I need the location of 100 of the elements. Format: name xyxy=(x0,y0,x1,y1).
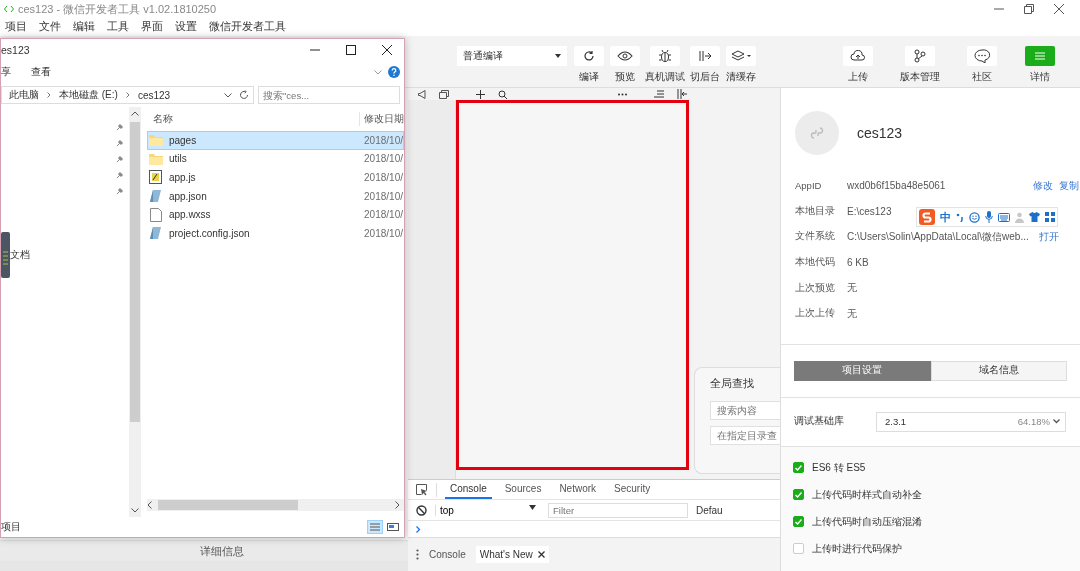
more-icon[interactable] xyxy=(618,92,627,96)
search-field[interactable]: 搜索内容 xyxy=(710,401,780,420)
clear-icon[interactable] xyxy=(416,504,427,516)
menu-icon xyxy=(1035,52,1045,60)
info-label: 上次上传 xyxy=(795,307,836,321)
kebab-icon[interactable] xyxy=(416,549,419,560)
info-value: C:\Users\Solin\AppData\Local\微信web... xyxy=(847,230,1030,244)
close-icon[interactable] xyxy=(1054,4,1064,14)
pin-icon[interactable] xyxy=(116,155,124,163)
pin-icon[interactable] xyxy=(116,171,124,179)
link[interactable]: 打开 xyxy=(1039,230,1059,244)
status-text: 项目 xyxy=(1,520,21,534)
volume-icon[interactable] xyxy=(418,89,426,99)
maximize-icon[interactable] xyxy=(346,45,356,55)
pin-icon[interactable] xyxy=(116,123,124,131)
microphone-icon[interactable] xyxy=(985,211,993,223)
window-icon[interactable] xyxy=(439,89,449,99)
library-select[interactable]: 2.3.1 64.18% xyxy=(876,411,1066,432)
details-label[interactable]: 详细信息 xyxy=(200,543,244,559)
nav-item[interactable]: 文档 xyxy=(10,248,30,262)
toolbar-button[interactable]: 上传 xyxy=(842,46,874,84)
toolbar-button[interactable]: 详情 xyxy=(1024,46,1056,84)
chevron-icon[interactable] xyxy=(374,69,382,75)
toolbar-button[interactable]: 编译 xyxy=(573,46,605,84)
file-row[interactable]: project.config.json 2018/10/ xyxy=(147,223,404,243)
ribbon-tab[interactable]: 查看 xyxy=(31,65,51,79)
device-icon xyxy=(1,232,10,278)
drawer-tab[interactable]: Console xyxy=(425,546,470,563)
menu-item[interactable]: 工具 xyxy=(107,20,129,34)
address-bar[interactable]: 此电脑 本地磁盘 (E:) ces123 xyxy=(1,86,254,104)
drawer-tab[interactable]: What's New xyxy=(475,546,549,563)
collapse-icon[interactable] xyxy=(677,89,687,99)
menu-item[interactable]: 设置 xyxy=(175,20,197,34)
ribbon-tab[interactable]: 享 xyxy=(1,65,11,79)
breadcrumb[interactable]: 本地磁盘 (E:) xyxy=(59,88,118,102)
thumbnail-view-icon[interactable] xyxy=(386,520,400,534)
menu-item[interactable]: 编辑 xyxy=(73,20,95,34)
dropdown-icon[interactable] xyxy=(224,92,232,98)
menu-item[interactable]: 项目 xyxy=(5,20,27,34)
filter-field[interactable]: Filter xyxy=(548,502,688,518)
devtools-tab[interactable]: Console xyxy=(445,480,492,499)
layers-icon xyxy=(731,50,751,62)
menu-item[interactable]: 文件 xyxy=(39,20,61,34)
menu-item[interactable]: 界面 xyxy=(141,20,163,34)
breadcrumb[interactable]: 此电脑 xyxy=(9,88,39,102)
link[interactable]: 修改 xyxy=(1033,178,1053,193)
checkbox[interactable] xyxy=(793,489,804,501)
search-icon[interactable] xyxy=(498,89,507,99)
scroll-left-icon[interactable] xyxy=(147,501,152,509)
close-icon[interactable] xyxy=(537,551,545,558)
settings-tab[interactable]: 项目设置 xyxy=(794,360,931,381)
checkbox[interactable] xyxy=(793,516,804,528)
breadcrumb[interactable]: ces123 xyxy=(137,89,171,101)
menu-item[interactable]: 微信开发者工具 xyxy=(209,20,286,34)
checkbox[interactable] xyxy=(793,462,804,474)
scroll-right-icon[interactable] xyxy=(395,501,400,509)
toolbar-button[interactable]: 真机调试 xyxy=(645,46,685,84)
checkbox[interactable] xyxy=(793,543,804,555)
list-icon[interactable] xyxy=(654,90,664,98)
file-row[interactable]: utils 2018/10/ xyxy=(147,149,404,169)
context-select[interactable]: top xyxy=(435,504,540,516)
levels-select[interactable]: Defau xyxy=(696,504,723,516)
column-header[interactable]: 修改日期 xyxy=(359,112,404,126)
file-row[interactable]: app.js 2018/10/ xyxy=(147,168,404,187)
grid-icon[interactable] xyxy=(1045,212,1055,222)
search-field[interactable]: 搜索"ces... xyxy=(258,86,400,104)
pin-icon[interactable] xyxy=(116,139,124,147)
restore-icon[interactable] xyxy=(1024,4,1034,14)
link[interactable]: 复制 xyxy=(1059,178,1079,193)
devtools-tab[interactable]: Network xyxy=(554,480,602,499)
file-row[interactable]: app.json 2018/10/ xyxy=(147,186,404,206)
close-icon[interactable] xyxy=(382,45,392,55)
toolbar-button[interactable]: 切后台 xyxy=(689,46,721,84)
scroll-up-icon[interactable] xyxy=(131,111,139,116)
compile-mode-select[interactable]: 普通编译 xyxy=(457,46,567,66)
devtools-tab[interactable]: Security xyxy=(609,480,656,499)
toolbar-button[interactable]: 版本管理 xyxy=(900,46,940,84)
info-label: 本地目录 xyxy=(795,204,836,218)
search-field[interactable]: 在指定目录查 xyxy=(710,426,780,445)
plus-icon[interactable] xyxy=(476,89,485,99)
pin-icon[interactable] xyxy=(116,187,124,195)
devtools-tab[interactable]: Sources xyxy=(499,480,547,499)
scroll-down-icon[interactable] xyxy=(131,508,139,513)
inspect-icon[interactable] xyxy=(416,483,428,496)
file-row[interactable]: app.wxss 2018/10/ xyxy=(147,205,404,224)
shirt-icon[interactable] xyxy=(1029,212,1040,222)
settings-tab[interactable]: 域名信息 xyxy=(930,360,1067,381)
smiley-icon[interactable] xyxy=(969,211,980,223)
toolbar-button[interactable]: 社区 xyxy=(966,46,998,84)
scroll-thumb[interactable] xyxy=(158,500,298,510)
ime-mode[interactable]: 中 xyxy=(940,209,951,225)
scroll-thumb[interactable] xyxy=(130,122,140,422)
keyboard-icon[interactable] xyxy=(998,212,1010,222)
toolbar-button[interactable]: 清缓存 xyxy=(725,46,757,84)
help-icon[interactable] xyxy=(388,66,400,78)
punctuation-icon[interactable] xyxy=(956,212,964,222)
refresh-icon[interactable] xyxy=(240,90,249,100)
file-row[interactable]: pages 2018/10/ xyxy=(147,131,404,150)
column-header[interactable]: 名称 xyxy=(147,112,359,126)
toolbar-button[interactable]: 预览 xyxy=(609,46,641,84)
